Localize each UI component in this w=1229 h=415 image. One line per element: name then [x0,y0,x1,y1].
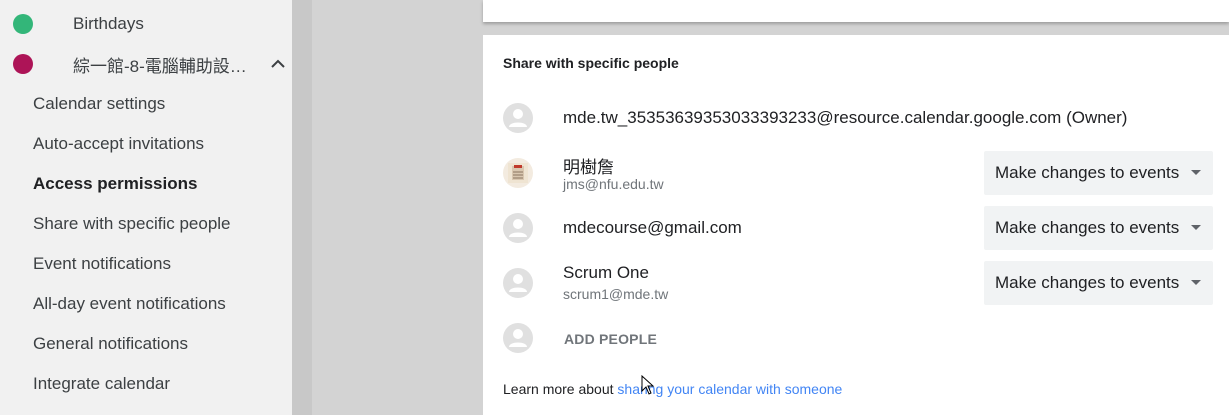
sidebar-item-calendar-settings[interactable]: Calendar settings [33,84,165,124]
person-photo-avatar [503,158,533,188]
person-name: 明樹詹 [563,158,614,177]
section-title: Share with specific people [503,55,679,71]
person-email: scrum1@mde.tw [563,286,669,302]
share-card: Share with specific people mde.tw_353536… [483,35,1229,415]
dropdown-caret-icon [1191,170,1201,175]
sidebar-item-integrate-calendar[interactable]: Integrate calendar [33,364,170,404]
sidebar-divider [292,0,312,415]
add-people-button[interactable]: ADD PEOPLE [564,331,657,347]
sidebar-item-event-notifications[interactable]: Event notifications [33,244,171,284]
sidebar-item-access-permissions[interactable]: Access permissions [33,164,197,204]
permission-label: Make changes to events [995,218,1180,237]
calendar-label: 綜一館-8-電腦輔助設… [73,56,247,76]
permission-label: Make changes to events [995,273,1180,292]
sidebar-item-share-specific[interactable]: Share with specific people [33,204,231,244]
calendar-color-dot [13,54,33,74]
person-row: mdecourse@gmail.com Make changes to even… [483,202,1229,254]
person-avatar-icon [503,103,533,133]
person-email: jms@nfu.edu.tw [563,176,664,192]
permission-select[interactable]: Make changes to events [984,151,1213,195]
dropdown-caret-icon [1191,280,1201,285]
person-name: mdecourse@gmail.com [563,218,742,237]
calendar-item-birthdays[interactable]: Birthdays [0,4,292,44]
person-avatar-icon [503,323,533,353]
person-avatar-icon [503,213,533,243]
person-row: 明樹詹 jms@nfu.edu.tw Make changes to event… [483,147,1229,199]
calendar-label: Birthdays [73,14,144,33]
person-row-owner: mde.tw_35353639353033393233@resource.cal… [483,92,1229,144]
person-name: Scrum One [563,263,649,282]
dropdown-caret-icon [1191,225,1201,230]
calendar-color-dot [13,14,33,34]
person-avatar-icon [503,268,533,298]
add-people-row[interactable]: ADD PEOPLE [483,312,1229,364]
sidebar-item-general-notifications[interactable]: General notifications [33,324,188,364]
calendar-item-room[interactable]: 綜一館-8-電腦輔助設… [0,44,292,84]
settings-sidebar: Birthdays 綜一館-8-電腦輔助設… Calendar settings… [0,0,292,415]
permission-label: Make changes to events [995,163,1180,182]
sidebar-item-allday-notifications[interactable]: All-day event notifications [33,284,226,324]
chevron-up-icon[interactable] [270,58,286,70]
mouse-cursor-icon [641,375,655,395]
learn-more-prefix: Learn more about [503,381,618,397]
permission-select[interactable]: Make changes to events [984,261,1213,305]
person-name: mde.tw_35353639353033393233@resource.cal… [563,108,1128,127]
permission-select[interactable]: Make changes to events [984,206,1213,250]
learn-more-text: Learn more about sharing your calendar w… [503,381,842,397]
sidebar-item-auto-accept[interactable]: Auto-accept invitations [33,124,204,164]
person-row: Scrum One scrum1@mde.tw Make changes to … [483,257,1229,309]
previous-card [483,0,1229,22]
